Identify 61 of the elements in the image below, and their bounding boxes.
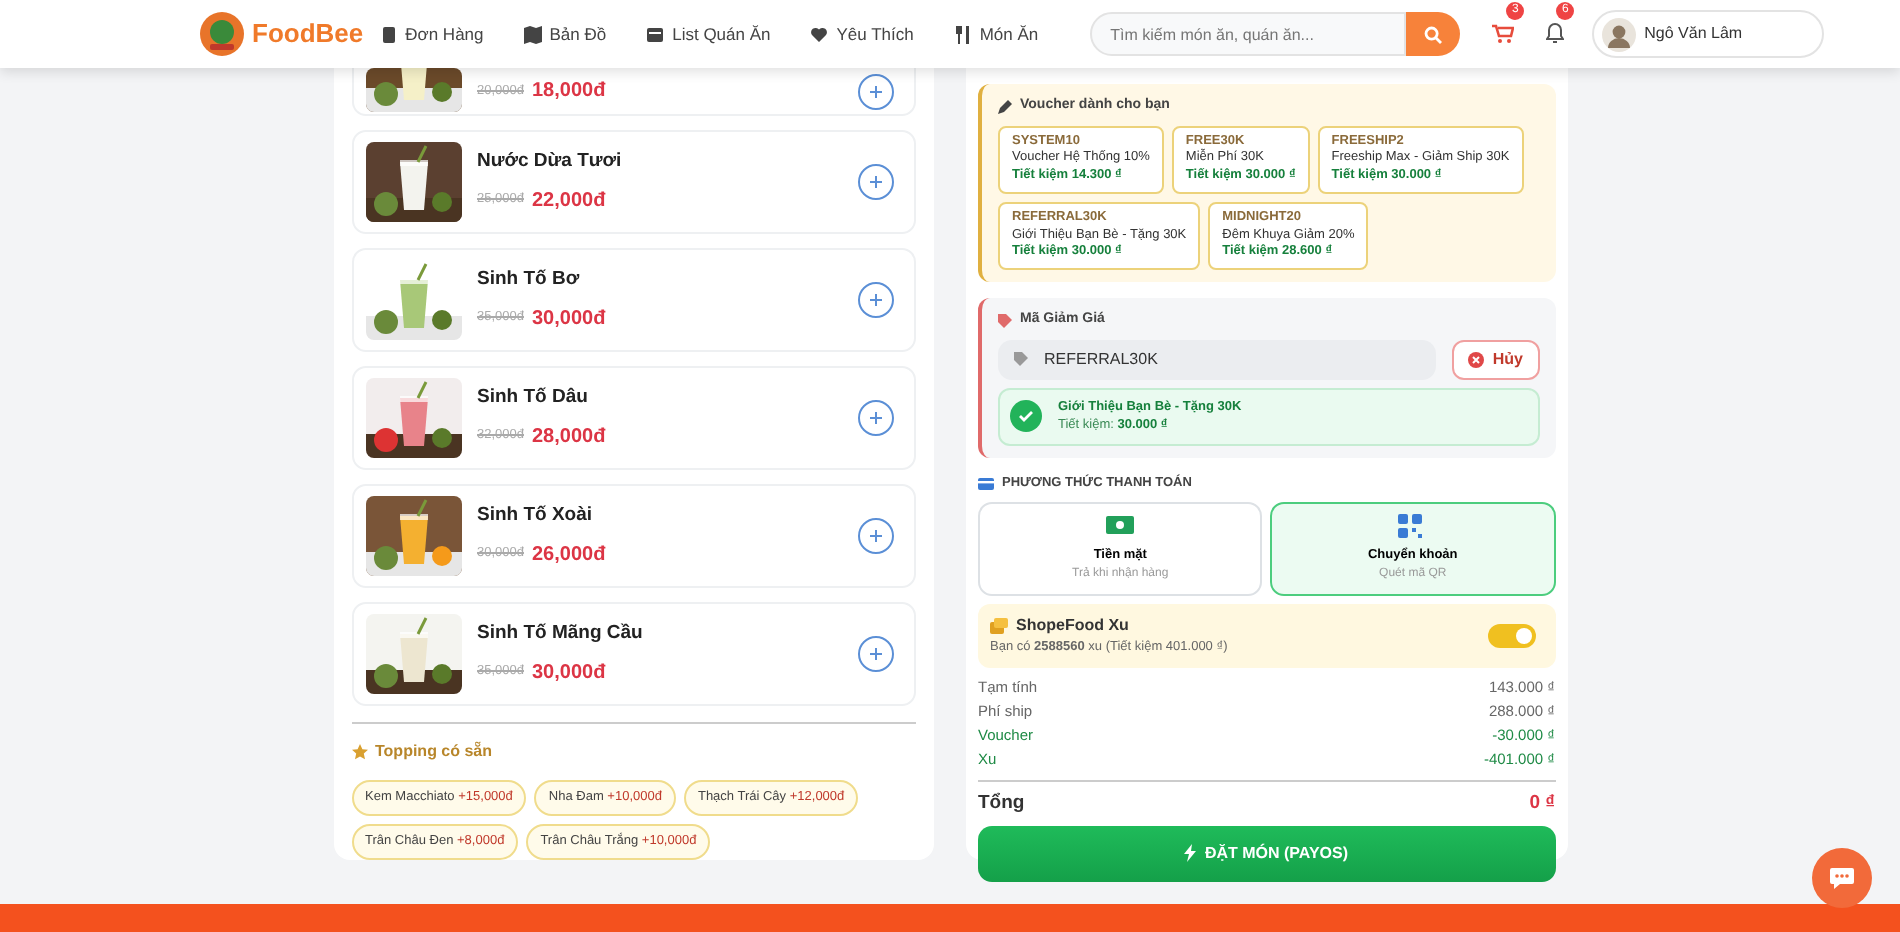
product-name: Sinh Tố Bơ <box>477 266 582 295</box>
avatar-icon <box>1602 17 1637 51</box>
pencil-icon <box>998 99 1012 114</box>
add-button[interactable] <box>858 400 894 436</box>
price: 22,000đ <box>532 187 606 216</box>
nav-link[interactable]: Đơn Hàng <box>379 21 484 47</box>
plus-icon <box>870 412 882 424</box>
tag-icon <box>998 313 1012 328</box>
nav-link[interactable]: Yêu Thích <box>810 21 914 47</box>
plus-icon <box>870 648 882 660</box>
add-button[interactable] <box>858 636 894 672</box>
section-title: Topping có sẵn <box>375 740 493 764</box>
add-button[interactable] <box>858 518 894 554</box>
logo-icon <box>200 12 244 56</box>
search-field[interactable]: Tìm kiếm món ăn, quán ăn... <box>1090 12 1407 56</box>
coin-title: ShopeFood Xu <box>1016 613 1129 638</box>
price: 30,000đ <box>532 659 606 688</box>
product-name: Sinh Tố Mãng Cầu <box>477 620 645 649</box>
chat-button[interactable] <box>1812 848 1872 908</box>
cash-icon <box>1106 513 1135 538</box>
product-name: Sinh Tố Xoài <box>477 502 595 531</box>
add-button[interactable] <box>858 164 894 200</box>
search-icon <box>1424 25 1443 43</box>
store-icon <box>646 25 665 43</box>
total-value: 0 ₫ <box>1529 789 1555 818</box>
cart-icon <box>1492 23 1515 44</box>
coupon-field[interactable]: REFERRAL30K <box>998 339 1437 380</box>
coin-icon <box>990 617 1008 634</box>
tag-icon <box>1014 352 1028 367</box>
product-name: Sinh Tố Dâu <box>477 384 590 413</box>
add-button[interactable] <box>858 73 894 109</box>
food-icon <box>953 25 972 43</box>
bell-icon <box>1546 22 1565 45</box>
price: 18,000đ <box>532 78 606 106</box>
chat-icon <box>1828 866 1856 890</box>
card-icon <box>978 477 994 490</box>
search-button[interactable] <box>1406 12 1461 56</box>
price: 28,000đ <box>532 423 606 452</box>
plus-icon <box>870 176 882 188</box>
product-name: Nước Dừa Tươi <box>477 148 624 177</box>
orders-icon <box>379 25 398 43</box>
qr-code-icon <box>1398 513 1427 538</box>
total-label: Tổng <box>978 789 1025 818</box>
plus-icon <box>870 530 882 542</box>
price: 26,000đ <box>532 541 606 570</box>
add-button[interactable] <box>858 282 894 318</box>
toggle-switch[interactable] <box>1487 623 1535 648</box>
star-icon <box>351 744 367 760</box>
plus-icon <box>870 294 882 306</box>
nav-link[interactable]: List Quán Ăn <box>646 21 771 47</box>
close-icon <box>1468 351 1485 368</box>
check-icon <box>1010 400 1042 433</box>
nav-link[interactable]: Bản Đồ <box>523 21 607 47</box>
plus-icon <box>870 85 882 97</box>
nav-link[interactable]: Món Ăn <box>953 21 1039 47</box>
user-menu[interactable]: Ngô Văn Lâm <box>1592 10 1825 58</box>
heart-icon <box>810 25 829 43</box>
cancel-button[interactable]: Hủy <box>1452 339 1539 380</box>
price: 30,000đ <box>532 305 606 334</box>
map-icon <box>523 25 542 43</box>
lightning-icon <box>1184 844 1197 863</box>
